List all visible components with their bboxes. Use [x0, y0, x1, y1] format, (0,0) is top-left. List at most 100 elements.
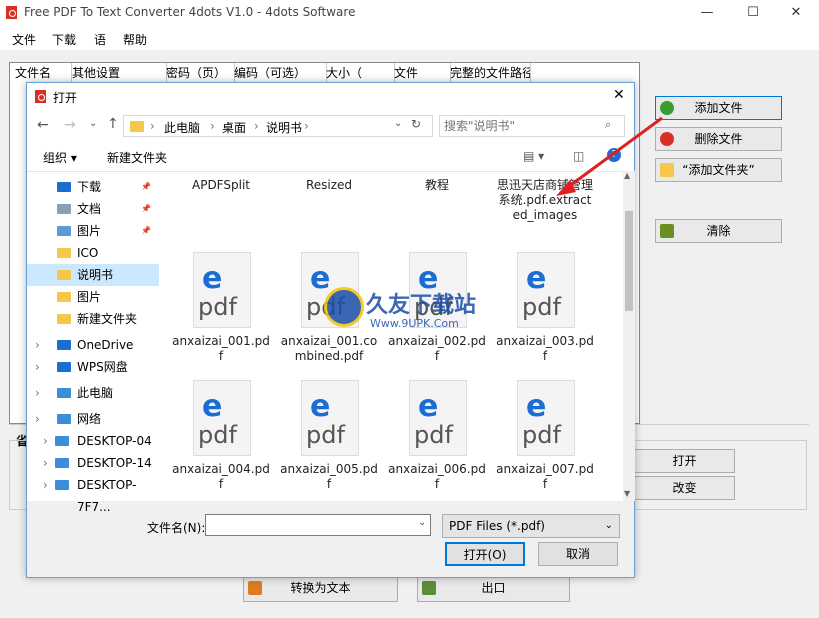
expand-chevron-icon[interactable]: ›	[35, 334, 40, 356]
nav-item[interactable]: 新建文件夹	[27, 308, 159, 330]
maximize-icon[interactable]: ☐	[730, 0, 776, 26]
close-icon[interactable]: ✕	[773, 0, 819, 26]
nav-item[interactable]: 下载 📌	[27, 176, 159, 198]
expand-chevron-icon[interactable]: ›	[35, 356, 40, 378]
organize-menu[interactable]: 组织 ▾	[43, 149, 77, 166]
file-item[interactable]: anxaizai_005.pdf	[279, 462, 379, 492]
clear-button[interactable]: 清除	[655, 219, 782, 243]
nav-item-label: 网络	[77, 412, 102, 426]
nav-item[interactable]: 文档 📌	[27, 198, 159, 220]
file-item[interactable]: anxaizai_003.pdf	[495, 334, 595, 364]
column-header[interactable]: 文件	[389, 63, 451, 83]
menu-language[interactable]: 语	[94, 31, 106, 48]
file-item[interactable]: anxaizai_007.pdf	[495, 462, 595, 492]
address-row: ← → ⌄ ↑ › 此电脑 › 桌面 › 说明书 › ⌄ ↻ ⌕	[27, 111, 634, 141]
pdf-file-icon: epdf	[193, 380, 251, 456]
nav-item[interactable]: DESKTOP-14 ›	[27, 452, 159, 474]
recent-dropdown-icon[interactable]: ⌄	[89, 118, 97, 129]
nav-item[interactable]: DESKTOP-04 ›	[27, 430, 159, 452]
add-file-button[interactable]: 添加文件	[655, 96, 782, 120]
window-title: Free PDF To Text Converter 4dots V1.0 - …	[24, 5, 356, 19]
nav-item[interactable]: WPS网盘 ›	[27, 356, 159, 378]
file-item[interactable]: anxaizai_006.pdf	[387, 462, 487, 492]
dialog-title-bar: 打开 ✕	[27, 83, 634, 111]
dialog-title: 打开	[53, 91, 78, 105]
column-header[interactable]: 密码（页）	[161, 63, 235, 83]
folder-item[interactable]: APDFSplit	[171, 178, 271, 193]
file-item[interactable]: anxaizai_001.combined.pdf	[279, 334, 379, 364]
file-item[interactable]: anxaizai_004.pdf	[171, 462, 271, 492]
folder-icon	[57, 270, 71, 280]
column-header[interactable]: 其他设置	[67, 63, 167, 83]
watermark-brand: 久友下载站	[366, 293, 477, 318]
minimize-icon[interactable]: —	[684, 0, 730, 26]
nav-item-label: 文档	[77, 202, 102, 216]
column-header[interactable]: 编码（可选）	[229, 63, 327, 83]
column-header[interactable]: 文件名	[10, 63, 72, 83]
vertical-scrollbar[interactable]: ▲ ▼	[623, 171, 635, 501]
picture-icon	[57, 226, 71, 236]
nav-item[interactable]: DESKTOP-7F7... ›	[27, 474, 159, 514]
folder-item[interactable]: Resized	[279, 178, 379, 193]
expand-chevron-icon[interactable]: ›	[43, 430, 48, 452]
chevron-down-icon: ⌄	[604, 520, 613, 531]
open-confirm-button[interactable]: 打开(O)	[445, 542, 525, 566]
change-button[interactable]: 改变	[634, 476, 735, 500]
filename-dropdown-icon[interactable]: ⌄	[418, 517, 426, 528]
expand-chevron-icon[interactable]: ›	[35, 382, 40, 404]
breadcrumb-item[interactable]: 此电脑	[164, 119, 200, 136]
nav-item[interactable]: 网络 ›	[27, 408, 159, 430]
back-icon[interactable]: ←	[37, 117, 49, 133]
up-icon[interactable]: ↑	[107, 116, 119, 132]
delete-file-button[interactable]: 删除文件	[655, 127, 782, 151]
cancel-button[interactable]: 取消	[538, 542, 618, 566]
menu-bar: 文件 下载 语 帮助	[0, 26, 819, 50]
chevron-down-icon[interactable]: ⌄	[394, 118, 402, 129]
expand-chevron-icon[interactable]: ›	[35, 408, 40, 430]
expand-chevron-icon[interactable]: ›	[43, 474, 48, 496]
watermark-logo	[324, 287, 364, 327]
expand-chevron-icon[interactable]: ›	[43, 452, 48, 474]
column-header[interactable]: 完整的文件路径	[445, 63, 531, 83]
breadcrumb[interactable]: › 此电脑 › 桌面 › 说明书 › ⌄ ↻	[123, 115, 433, 137]
refresh-icon[interactable]: ↻	[411, 117, 421, 131]
new-folder-button[interactable]: 新建文件夹	[107, 149, 167, 166]
nav-item[interactable]: 说明书	[27, 264, 159, 286]
convert-button[interactable]: 转换为文本	[243, 576, 398, 602]
nav-item-label: ICO	[77, 246, 99, 260]
menu-help[interactable]: 帮助	[123, 31, 147, 48]
file-type-value: PDF Files (*.pdf)	[449, 519, 545, 533]
filename-input[interactable]	[205, 514, 431, 536]
scrollbar-thumb[interactable]	[625, 211, 633, 311]
menu-file[interactable]: 文件	[12, 31, 36, 48]
breadcrumb-item[interactable]: 说明书	[266, 119, 302, 136]
add-folder-label: “添加文件夹”	[682, 163, 755, 177]
download-icon	[57, 182, 71, 192]
forward-icon[interactable]: →	[64, 117, 76, 133]
scroll-down-icon[interactable]: ▼	[624, 489, 630, 498]
file-item[interactable]: anxaizai_001.pdf	[171, 334, 271, 364]
nav-item[interactable]: 图片 📌	[27, 220, 159, 242]
pdf-file-icon: epdf	[193, 252, 251, 328]
exit-button[interactable]: 出口	[417, 576, 570, 602]
open-button[interactable]: 打开	[634, 449, 735, 473]
nav-item[interactable]: OneDrive ›	[27, 334, 159, 356]
breadcrumb-separator: ›	[254, 119, 259, 133]
folder-item[interactable]: 教程	[387, 178, 487, 193]
menu-download[interactable]: 下载	[52, 31, 76, 48]
breadcrumb-item[interactable]: 桌面	[222, 119, 246, 136]
nav-item-label: DESKTOP-04	[77, 434, 152, 448]
close-icon[interactable]: ✕	[613, 87, 625, 103]
nav-item-label: OneDrive	[77, 338, 134, 352]
nav-item[interactable]: 此电脑 ›	[27, 382, 159, 404]
nav-item[interactable]: ICO	[27, 242, 159, 264]
file-item[interactable]: anxaizai_002.pdf	[387, 334, 487, 364]
column-header[interactable]: 大小（	[321, 63, 395, 83]
network-icon	[57, 414, 71, 424]
nav-item[interactable]: 图片	[27, 286, 159, 308]
nav-item-label: 图片	[77, 224, 102, 238]
add-folder-button[interactable]: “添加文件夹”	[655, 158, 782, 182]
file-type-select[interactable]: PDF Files (*.pdf) ⌄	[442, 514, 620, 538]
pdf-file-icon: epdf	[517, 380, 575, 456]
view-icon[interactable]: ▤ ▾	[523, 149, 544, 163]
